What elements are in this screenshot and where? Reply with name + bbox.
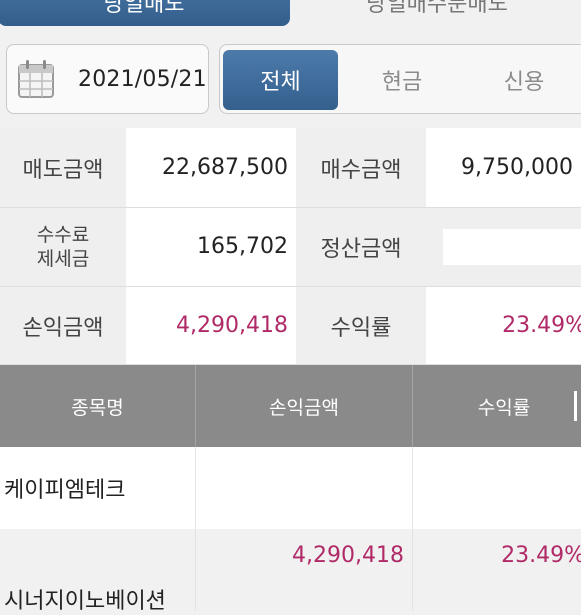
fee-label: 수수료 bbox=[36, 223, 90, 246]
fee-tax-value: 165,702 bbox=[126, 207, 296, 286]
stock-name: 시너지이노베이션 bbox=[0, 529, 195, 614]
table-row[interactable]: 케이피엠테크 bbox=[0, 447, 581, 529]
buy-amount-label: 매수금액 bbox=[296, 128, 426, 207]
scroll-indicator bbox=[574, 391, 577, 421]
column-profit: 손익금액 bbox=[269, 396, 339, 419]
stock-name-text: 시너지이노베이션 bbox=[4, 589, 166, 614]
return-value: 23.49% bbox=[426, 286, 581, 365]
date-selector[interactable]: 2021/05/21 bbox=[6, 44, 209, 114]
table-row[interactable]: 시너지이노베이션 4,290,418 23.49% bbox=[0, 529, 581, 614]
tab-today-sell[interactable]: 당일매도 bbox=[0, 0, 290, 26]
sell-amount-value: 22,687,500 bbox=[126, 128, 296, 207]
summary-table: 매도금액 22,687,500 매수금액 9,750,000 수수료 제세금 1… bbox=[0, 128, 581, 365]
segment-credit[interactable]: 신용 bbox=[466, 50, 581, 110]
segment-cash[interactable]: 현금 bbox=[346, 50, 458, 110]
divider bbox=[0, 207, 581, 208]
stock-return-text: 23.49% bbox=[501, 542, 581, 568]
column-return: 수익률 bbox=[477, 396, 531, 419]
settlement-value-box bbox=[443, 229, 581, 265]
stock-profit bbox=[196, 447, 412, 529]
stock-name: 케이피엠테크 bbox=[4, 478, 126, 503]
stock-return: 23.49% bbox=[413, 529, 581, 611]
column-stock-name: 종목명 bbox=[71, 396, 124, 419]
profit-label: 손익금액 bbox=[0, 286, 126, 365]
fee-tax-label: 수수료 제세금 bbox=[0, 207, 126, 286]
account-type-segment: 전체 현금 신용 bbox=[219, 44, 581, 114]
stock-profit-text: 4,290,418 bbox=[292, 542, 404, 568]
divider bbox=[0, 286, 581, 287]
calendar-icon bbox=[18, 60, 54, 98]
date-value: 2021/05/21 bbox=[78, 66, 207, 92]
stock-profit: 4,290,418 bbox=[196, 529, 412, 611]
tab-today-buy-sell[interactable]: 당일매수분매도 bbox=[292, 0, 581, 26]
tax-label: 제세금 bbox=[36, 247, 90, 270]
return-label: 수익률 bbox=[296, 286, 426, 365]
buy-amount-value: 9,750,000 bbox=[426, 128, 581, 207]
settlement-cell bbox=[426, 207, 581, 286]
sell-amount-label: 매도금액 bbox=[0, 128, 126, 207]
settlement-label: 정산금액 bbox=[296, 207, 426, 286]
list-header: 종목명 손익금액 수익률 bbox=[0, 365, 581, 447]
stock-return bbox=[413, 447, 581, 529]
segment-all[interactable]: 전체 bbox=[223, 50, 338, 110]
profit-value: 4,290,418 bbox=[126, 286, 296, 365]
